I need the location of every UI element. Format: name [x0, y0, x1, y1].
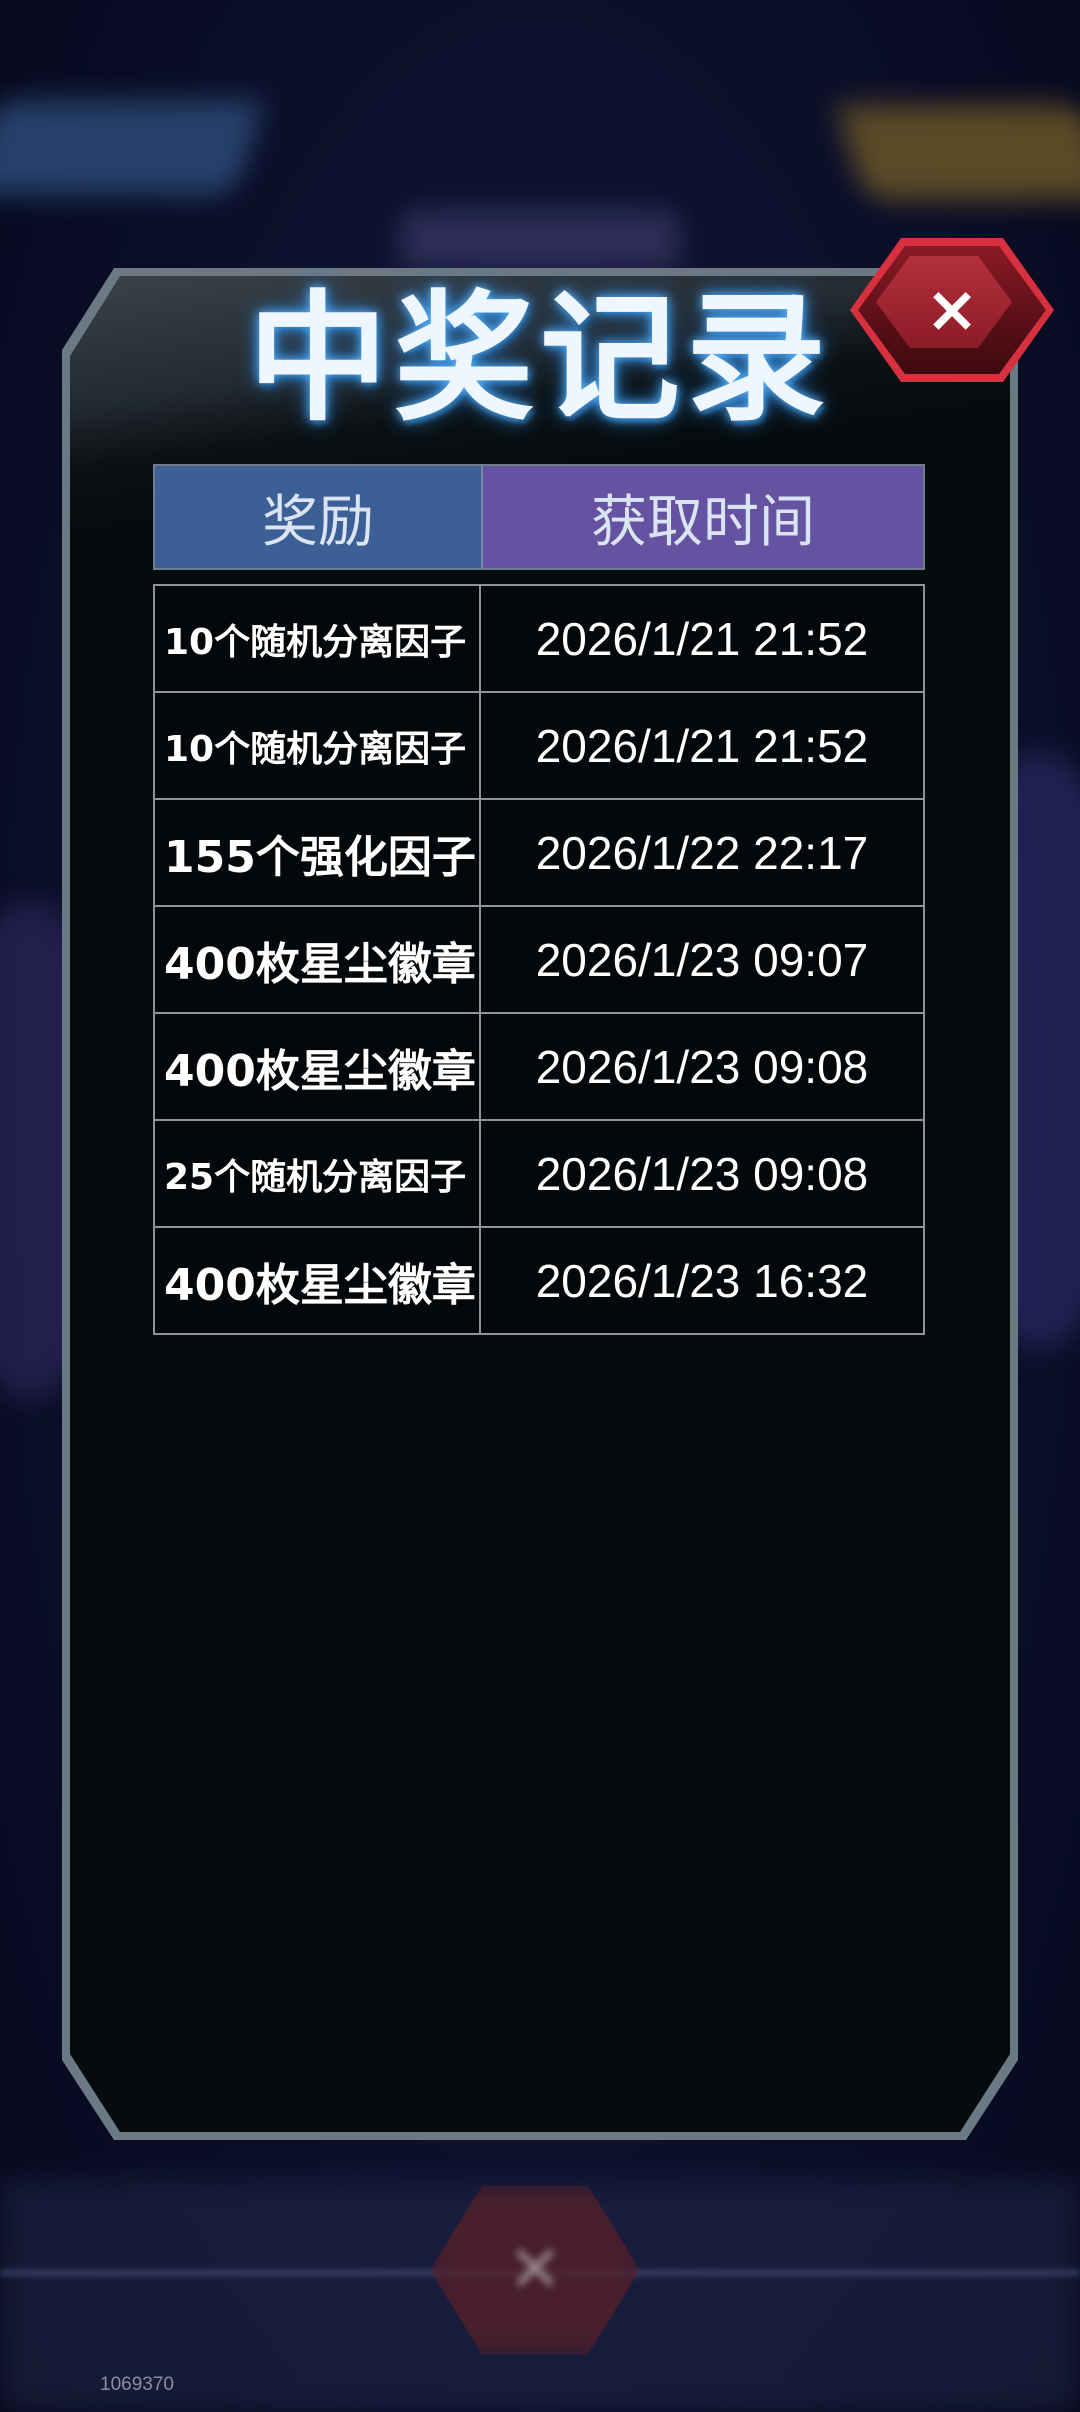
column-header-time: 获取时间	[483, 466, 923, 568]
reward-cell: 400枚星尘徽章	[155, 1228, 481, 1333]
footer-id-text: 1069370	[100, 2374, 174, 2395]
table-row: 10个随机分离因子 2026/1/21 21:52	[155, 586, 923, 693]
time-cell: 2026/1/23 09:08	[535, 1147, 869, 1200]
reward-cell: 10个随机分离因子	[155, 693, 481, 798]
table-row: 25个随机分离因子 2026/1/23 09:08	[155, 1121, 923, 1228]
table-row: 155个强化因子 2026/1/22 22:17	[155, 800, 923, 907]
table-row: 10个随机分离因子 2026/1/21 21:52	[155, 693, 923, 800]
reward-cell: 10个随机分离因子	[155, 586, 481, 691]
time-cell: 2026/1/23 16:32	[535, 1254, 869, 1307]
records-table: 10个随机分离因子 2026/1/21 21:52 10个随机分离因子 2026…	[153, 584, 925, 1335]
reward-cell: 155个强化因子	[155, 800, 481, 905]
bg-blurred-logo-left	[0, 100, 266, 195]
time-cell: 2026/1/21 21:52	[535, 612, 869, 665]
time-cell: 2026/1/21 21:52	[535, 719, 869, 772]
table-row: 400枚星尘徽章 2026/1/23 16:32	[155, 1228, 923, 1333]
reward-cell: 25个随机分离因子	[155, 1121, 481, 1226]
table-row: 400枚星尘徽章 2026/1/23 09:07	[155, 907, 923, 1014]
reward-cell: 400枚星尘徽章	[155, 1014, 481, 1119]
bg-blurred-logo-right	[834, 105, 1080, 200]
bg-blurred-close-icon: ✕	[508, 2233, 562, 2307]
time-cell: 2026/1/22 22:17	[535, 826, 869, 879]
bg-blurred-banner	[400, 210, 680, 270]
table-row: 400枚星尘徽章 2026/1/23 09:08	[155, 1014, 923, 1121]
time-cell: 2026/1/23 09:07	[535, 933, 869, 986]
column-header-reward: 奖励	[155, 466, 483, 568]
time-cell: 2026/1/23 09:08	[535, 1040, 869, 1093]
table-header: 奖励 获取时间	[153, 464, 925, 570]
reward-cell: 400枚星尘徽章	[155, 907, 481, 1012]
